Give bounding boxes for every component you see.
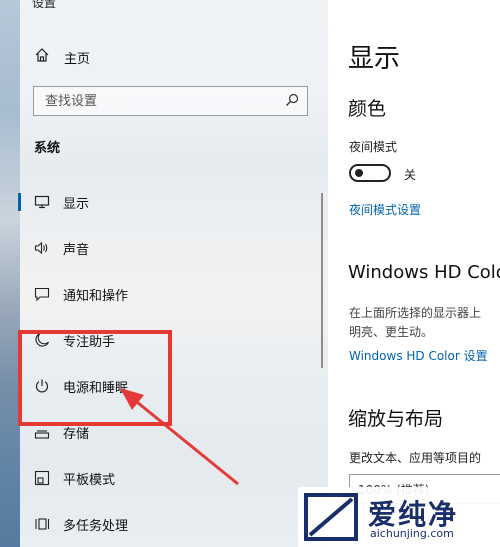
sidebar-item-notifications[interactable]: 通知和操作 — [18, 276, 318, 312]
search-box[interactable] — [33, 86, 308, 116]
page-title: 显示 — [348, 44, 401, 74]
sidebar-item-label: 显示 — [63, 196, 90, 212]
sidebar-item-label: 平板模式 — [63, 472, 116, 488]
hd-color-settings-link[interactable]: Windows HD Color 设置 — [349, 347, 488, 364]
multitask-icon — [32, 514, 52, 534]
notification-icon — [32, 284, 52, 304]
main-content: 显示 颜色 夜间模式 关 夜间模式设置 Windows HD Color 在上面… — [328, 0, 500, 547]
sidebar-item-sound[interactable]: 声音 — [18, 230, 318, 266]
hd-color-heading: Windows HD Color — [348, 262, 500, 283]
sidebar-item-display[interactable]: 显示 — [18, 184, 318, 220]
speaker-icon — [32, 238, 52, 258]
brand-logo-icon — [304, 493, 358, 541]
toggle-knob — [355, 169, 363, 177]
home-label: 主页 — [64, 51, 91, 67]
night-mode-state: 关 — [404, 168, 417, 182]
sidebar-item-label: 多任务处理 — [63, 518, 129, 534]
annotation-arrow — [120, 388, 239, 486]
sidebar-scrollbar[interactable] — [321, 193, 323, 368]
night-mode-settings-link[interactable]: 夜间模式设置 — [349, 201, 421, 218]
color-heading: 颜色 — [348, 98, 387, 120]
night-mode-label: 夜间模式 — [349, 140, 398, 154]
watermark: 爱纯净 aichunjing.com — [298, 487, 500, 547]
home-nav-item[interactable]: 主页 — [34, 47, 90, 67]
monitor-icon — [32, 192, 52, 212]
sidebar-item-multitasking[interactable]: 多任务处理 — [18, 506, 318, 542]
section-title: 系统 — [34, 141, 61, 156]
search-input[interactable] — [45, 93, 275, 109]
home-icon — [34, 47, 50, 67]
brand-domain: aichunjing.com — [370, 527, 454, 540]
sidebar-item-label: 声音 — [63, 242, 90, 258]
scale-description: 更改文本、应用等项目的 — [349, 451, 482, 465]
sidebar-item-label: 通知和操作 — [63, 288, 129, 304]
night-mode-toggle[interactable] — [349, 164, 391, 182]
search-icon[interactable] — [285, 92, 299, 111]
window-title: 设置 — [32, 0, 57, 10]
tablet-icon — [32, 468, 52, 488]
scale-layout-heading: 缩放与布局 — [348, 408, 444, 430]
hd-color-description: 在上面所选择的显示器上 明亮、更生动。 — [349, 306, 482, 339]
